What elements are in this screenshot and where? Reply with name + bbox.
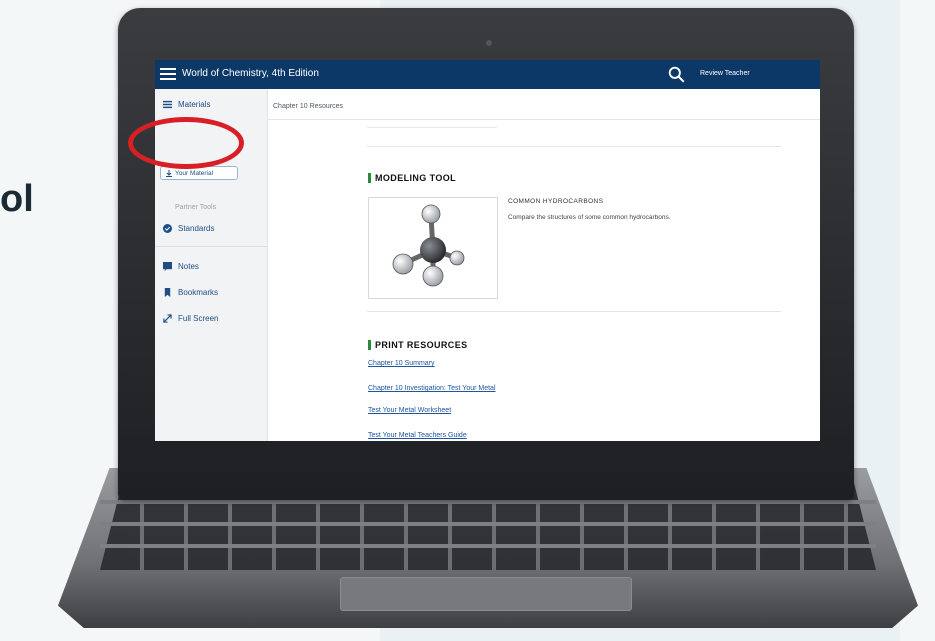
upload-icon (166, 169, 172, 177)
sidebar-item-label: Materials (178, 100, 211, 109)
sidebar-divider (155, 246, 267, 247)
section-divider (367, 311, 781, 312)
app-header: World of Chemistry, 4th Edition Review T… (155, 60, 820, 89)
sidebar-item-label: Full Screen (178, 314, 219, 323)
resource-link[interactable]: Chapter 10 Investigation: Test Your Meta… (368, 385, 496, 392)
resource-link[interactable]: Test Your Metal Teachers Guide (368, 432, 467, 439)
sidebar-item-materials[interactable]: Materials (163, 100, 210, 109)
resource-link[interactable]: Test Your Metal Worksheet (368, 407, 451, 414)
bookmark-icon (164, 288, 171, 297)
tool-description: Compare the structures of some common hy… (508, 214, 671, 221)
expand-icon (163, 314, 172, 323)
laptop-trackpad (340, 577, 632, 611)
heading-accent-bar (368, 340, 371, 350)
divider (367, 127, 497, 128)
breadcrumb: Chapter 10 Resources (273, 103, 344, 110)
section-title: MODELING TOOL (375, 173, 457, 183)
section-title: PRINT RESOURCES (375, 340, 468, 350)
webcam-icon (486, 40, 492, 46)
modeling-tool-card[interactable] (368, 197, 498, 299)
menu-icon[interactable] (160, 68, 176, 80)
laptop-screen: World of Chemistry, 4th Edition Review T… (155, 60, 820, 441)
methane-molecule-icon (392, 204, 465, 287)
keyboard-row-gap (100, 544, 876, 548)
section-divider (367, 146, 781, 147)
print-resources-heading: PRINT RESOURCES (368, 340, 468, 350)
sidebar-item-notes[interactable]: Notes (163, 262, 199, 271)
search-icon[interactable] (668, 66, 685, 83)
divider (267, 119, 820, 120)
sidebar-item-label: Notes (178, 262, 199, 271)
app-title: World of Chemistry, 4th Edition (182, 68, 319, 79)
check-circle-icon (163, 224, 172, 233)
keyboard-row-gap (100, 522, 876, 526)
sidebar-item-label: Standards (178, 224, 215, 233)
tool-title[interactable]: COMMON HYDROCARBONS (508, 198, 603, 205)
sidebar-item-full-screen[interactable]: Full Screen (163, 314, 218, 323)
sidebar-item-label: Bookmarks (178, 288, 219, 297)
sidebar-subitem-partner-tools[interactable]: Partner Tools (175, 204, 216, 211)
your-material-label: Your Material (175, 169, 214, 177)
highlight-annotation-circle (128, 117, 244, 169)
sidebar-item-bookmarks[interactable]: Bookmarks (163, 288, 218, 297)
resource-link[interactable]: Chapter 10 Summary (368, 360, 435, 367)
note-icon (163, 262, 172, 271)
cropped-heading-text: ol (0, 178, 34, 220)
heading-accent-bar (368, 173, 371, 183)
modeling-tool-heading: MODELING TOOL (368, 173, 456, 183)
keyboard-row-gap (100, 500, 876, 504)
list-icon (163, 100, 172, 109)
sidebar-item-standards[interactable]: Standards (163, 224, 214, 233)
user-menu[interactable]: Review Teacher (700, 70, 750, 77)
